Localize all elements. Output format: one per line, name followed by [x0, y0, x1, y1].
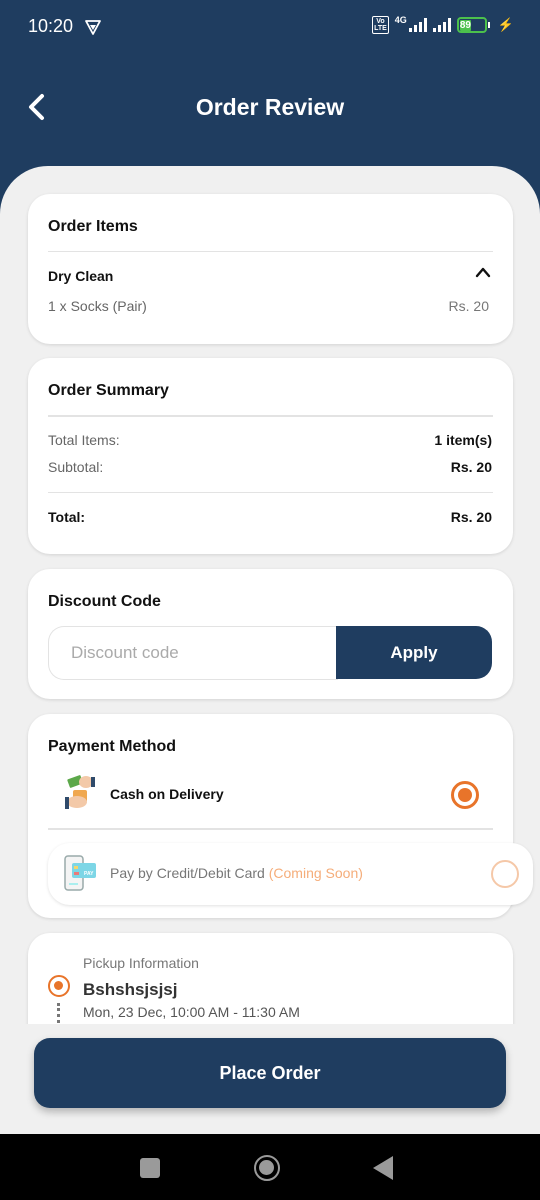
pickup-time: Mon, 23 Dec, 10:00 AM - 11:30 AM: [83, 1004, 300, 1020]
total-items-label: Total Items:: [48, 432, 120, 448]
payment-option-label: Cash on Delivery: [110, 786, 224, 802]
battery-icon: 89: [456, 17, 490, 33]
order-summary-title: Order Summary: [48, 382, 169, 399]
divider: [48, 828, 493, 830]
status-bar: 10:20 Vo LTE 4G 89 ⚡: [0, 0, 540, 56]
total-label: Total:: [48, 509, 86, 525]
status-time: 10:20: [28, 16, 74, 36]
payment-option-label: Pay by Credit/Debit Card (Coming Soon): [110, 865, 363, 881]
payment-method-card: Payment Method Cash on Delivery PAY Pay …: [28, 714, 533, 918]
svg-text:PAY: PAY: [84, 871, 94, 877]
payment-option-card[interactable]: PAY Pay by Credit/Debit Card (Coming Soo…: [48, 843, 533, 905]
order-summary-card: Order Summary Total Items: 1 item(s) Sub…: [28, 358, 513, 554]
home-icon[interactable]: [254, 1155, 280, 1181]
card-payment-icon: PAY: [64, 855, 96, 891]
discount-title: Discount Code: [48, 593, 161, 610]
item-name: 1 x Socks (Pair): [48, 298, 147, 314]
place-order-button[interactable]: Place Order: [34, 1038, 506, 1108]
divider: [48, 251, 493, 252]
divider: [48, 492, 493, 493]
app-header: Order Review: [0, 56, 540, 166]
page-title: Order Review: [195, 94, 345, 120]
vpn-shield-icon: [85, 20, 101, 35]
recent-apps-icon[interactable]: [140, 1158, 160, 1178]
radio-selected[interactable]: [451, 781, 479, 809]
battery-level: 89: [459, 20, 471, 31]
payment-method-title: Payment Method: [48, 738, 177, 755]
network-type: 4G: [394, 15, 407, 25]
charging-icon: ⚡: [497, 17, 514, 32]
service-category: Dry Clean: [48, 268, 114, 284]
content-area: Order Items Dry Clean 1 x Socks (Pair) R…: [0, 166, 540, 1134]
divider: [48, 415, 493, 417]
volte-icon: Vo LTE: [372, 16, 389, 34]
nav-back-icon[interactable]: [373, 1156, 393, 1180]
cash-hand-icon: [65, 775, 95, 809]
subtotal-value: Rs. 20: [450, 459, 492, 475]
total-items-value: 1 item(s): [434, 432, 492, 448]
status-indicators: Vo LTE 4G 89 ⚡: [372, 15, 514, 34]
apply-button[interactable]: Apply: [336, 626, 492, 679]
order-items-title: Order Items: [48, 218, 138, 235]
discount-code-input[interactable]: [48, 626, 338, 680]
coming-soon-badge: (Coming Soon): [268, 865, 363, 881]
pickup-label: Pickup Information: [83, 955, 199, 971]
chevron-up-icon[interactable]: [475, 266, 491, 278]
discount-card: Discount Code Apply: [28, 569, 513, 699]
total-value: Rs. 20: [450, 509, 492, 525]
order-items-card: Order Items Dry Clean 1 x Socks (Pair) R…: [28, 194, 513, 344]
signal-icon-2: [432, 18, 451, 32]
payment-option-cod[interactable]: Cash on Delivery: [48, 764, 493, 826]
bottom-action-bar: Place Order: [0, 1024, 540, 1134]
subtotal-label: Subtotal:: [48, 459, 104, 475]
signal-icon-1: [408, 18, 427, 32]
location-dot-icon: [48, 975, 70, 997]
system-nav-bar: [0, 1134, 540, 1200]
item-price: Rs. 20: [448, 298, 489, 314]
radio-unselected[interactable]: [491, 860, 519, 888]
pickup-name: Bshshsjsjsj: [83, 980, 178, 999]
